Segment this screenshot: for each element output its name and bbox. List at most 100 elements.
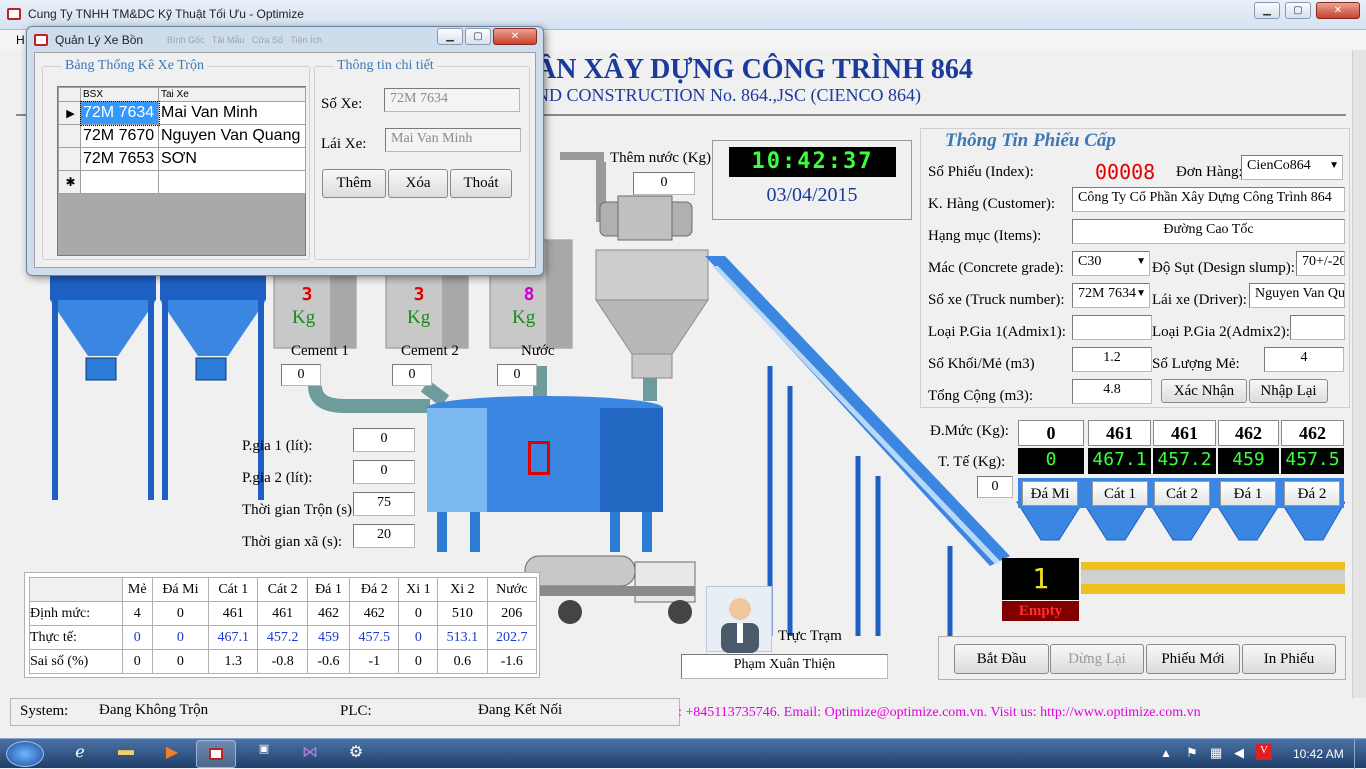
slump-input[interactable]: 70+/-20 xyxy=(1296,251,1345,276)
bin-name-cat1: Cát 1 xyxy=(1092,481,1148,506)
contact-info[interactable]: : +845113735746. Email: Optimize@optimiz… xyxy=(678,705,1201,721)
row-header xyxy=(58,147,81,171)
bin-setpoint: 461 xyxy=(1088,420,1151,446)
mixer-counter-digit: 0 xyxy=(528,441,550,475)
admix1-input[interactable] xyxy=(1072,315,1152,340)
table-cell: 202.7 xyxy=(486,625,538,650)
cement1-value: 0 xyxy=(281,364,321,386)
ie-icon[interactable]: ℯ xyxy=(60,742,100,766)
table-row[interactable]: 72M 7653 SƠN xyxy=(58,147,306,171)
maximize-icon[interactable]: ▢ xyxy=(1285,2,1311,19)
dialog-minimize-icon[interactable]: ▁ xyxy=(437,28,463,45)
new-row-cell[interactable] xyxy=(158,170,306,194)
table-cell: 0 xyxy=(151,601,210,626)
taskbar: ℯ ▬ ▶ ▣ ⋈ ⚙ ▲ ⚑ ▦ ◀ V 10:42 AM xyxy=(0,738,1366,769)
total-label: Tổng Cộng (m3): xyxy=(928,388,1033,404)
new-ticket-button[interactable]: Phiếu Mới xyxy=(1146,644,1240,674)
tray-arrow-icon[interactable]: ▲ xyxy=(1160,746,1172,761)
volume-icon[interactable]: ◀ xyxy=(1234,745,1244,761)
scrollbar[interactable] xyxy=(1352,50,1366,698)
driver-name-input[interactable]: Mai Van Minh xyxy=(385,128,521,152)
confirm-button[interactable]: Xác Nhận xyxy=(1161,379,1247,403)
exit-dialog-button[interactable]: Thoát xyxy=(450,169,512,198)
close-icon[interactable]: ✕ xyxy=(1316,2,1360,19)
truck-grid[interactable]: BSX Tai Xe ▶ 72M 7634 Mai Van Minh 72M 7… xyxy=(57,86,306,256)
param-discharge-time-input[interactable]: 20 xyxy=(353,524,415,548)
order-label: Đơn Hàng: xyxy=(1176,164,1243,180)
system-status: Đang Không Trộn xyxy=(99,702,209,718)
network-icon[interactable]: ▦ xyxy=(1210,745,1222,761)
ghost-menu-item: Tiện Ích xyxy=(290,35,322,45)
dialog-maximize-icon[interactable]: ▢ xyxy=(465,28,491,45)
batches-input[interactable]: 4 xyxy=(1264,347,1344,372)
table-row[interactable]: 72M 7670 Nguyen Van Quang xyxy=(58,124,306,148)
antivirus-icon[interactable]: V xyxy=(1256,744,1272,760)
stats-header-cell: Cát 1 xyxy=(208,577,259,602)
truck-list-group-title: Bảng Thống Kê Xe Trộn xyxy=(62,58,207,74)
cement1-label: Cement 1 xyxy=(291,343,349,359)
tool-icon[interactable]: ⚙ xyxy=(336,742,376,766)
items-input[interactable]: Đường Cao Tốc xyxy=(1072,219,1345,244)
table-row[interactable]: ▶ 72M 7634 Mai Van Minh xyxy=(58,100,306,126)
cement2-value: 0 xyxy=(392,364,432,386)
show-desktop-button[interactable] xyxy=(1354,739,1366,769)
param-admix1-input[interactable]: 0 xyxy=(353,428,415,452)
dialog-close-icon[interactable]: ✕ xyxy=(493,28,537,45)
flag-icon[interactable]: ⚑ xyxy=(1186,745,1198,761)
table-cell: 462 xyxy=(349,601,400,626)
slump-label: Độ Sụt (Design slump): xyxy=(1152,260,1295,276)
folder-icon[interactable]: ▬ xyxy=(106,742,146,766)
truck-select[interactable]: 72M 7634 ▼ xyxy=(1072,283,1150,308)
stop-button[interactable]: Dừng Lại xyxy=(1050,644,1144,674)
truck-plate-cell[interactable]: 72M 7670 xyxy=(80,124,159,148)
tia-portal-icon[interactable]: ▣ xyxy=(244,742,284,766)
taskbar-clock[interactable]: 10:42 AM xyxy=(1293,747,1344,761)
table-cell: 462 xyxy=(306,601,351,626)
start-orb-icon[interactable] xyxy=(6,741,44,767)
table-row: Định mức: 4 0 461 461 462 462 0 510 206 xyxy=(29,601,538,626)
order-select[interactable]: CienCo864 ▼ xyxy=(1241,155,1343,180)
new-row-cell[interactable] xyxy=(80,170,159,194)
driver-input[interactable]: Nguyen Van Quang xyxy=(1249,283,1345,308)
customer-input[interactable]: Công Ty Cổ Phần Xây Dựng Công Trình 864 xyxy=(1072,187,1345,212)
col-driver[interactable]: Tai Xe xyxy=(158,87,306,102)
dialog-title: Quản Lý Xe Bồn xyxy=(55,33,144,47)
plate-input[interactable]: 72M 7634 xyxy=(384,88,520,112)
actual-label: T. Tế (Kg): xyxy=(938,454,1006,470)
print-ticket-button[interactable]: In Phiếu xyxy=(1242,644,1336,674)
company-name-en: ND CONSTRUCTION No. 864.,JSC (CIENCO 864… xyxy=(536,85,922,105)
truck-driver-cell[interactable]: Mai Van Minh xyxy=(158,101,306,125)
col-bsx[interactable]: BSX xyxy=(80,87,159,102)
truck-driver-cell[interactable]: Nguyen Van Quang xyxy=(158,124,306,148)
param-mix-time-input[interactable]: 75 xyxy=(353,492,415,516)
media-player-icon[interactable]: ▶ xyxy=(152,742,192,766)
items-label: Hạng mục (Items): xyxy=(928,228,1042,244)
reset-button[interactable]: Nhập Lại xyxy=(1249,379,1328,403)
truck-driver-cell[interactable]: SƠN xyxy=(158,147,306,171)
param-admix2-input[interactable]: 0 xyxy=(353,460,415,484)
batch-stats-panel: Mẻ Đá Mi Cát 1 Cát 2 Đá 1 Đá 2 Xi 1 Xi 2… xyxy=(24,572,540,678)
water-add-input[interactable]: 0 xyxy=(633,172,695,195)
start-button[interactable]: Bắt Đầu xyxy=(954,644,1049,674)
minimize-icon[interactable]: ▁ xyxy=(1254,2,1280,19)
admix2-input[interactable] xyxy=(1290,315,1345,340)
aggregate-hopper-right xyxy=(160,276,266,500)
stats-header-cell: Đá Mi xyxy=(151,577,210,602)
table-row[interactable]: ✱ xyxy=(58,170,306,194)
table-cell: -1.6 xyxy=(486,649,538,674)
bin-setpoint: 461 xyxy=(1153,420,1216,446)
grade-select[interactable]: C30 ▼ xyxy=(1072,251,1150,276)
add-truck-button[interactable]: Thêm xyxy=(322,169,386,198)
delete-truck-button[interactable]: Xóa xyxy=(388,169,448,198)
mixer-truck xyxy=(524,555,696,624)
truck-label: Số xe (Truck number): xyxy=(928,292,1065,308)
volume-input[interactable]: 1.2 xyxy=(1072,347,1152,372)
visual-studio-icon[interactable]: ⋈ xyxy=(290,742,330,766)
menu-first-item[interactable]: H xyxy=(16,33,25,47)
truck-plate-cell[interactable]: 72M 7634 xyxy=(79,100,160,126)
table-cell: 467.1 xyxy=(208,625,259,650)
table-cell: -1 xyxy=(349,649,400,674)
system-label: System: xyxy=(20,703,69,719)
truck-plate-cell[interactable]: 72M 7653 xyxy=(80,147,159,171)
active-app-task-icon[interactable] xyxy=(196,740,236,768)
